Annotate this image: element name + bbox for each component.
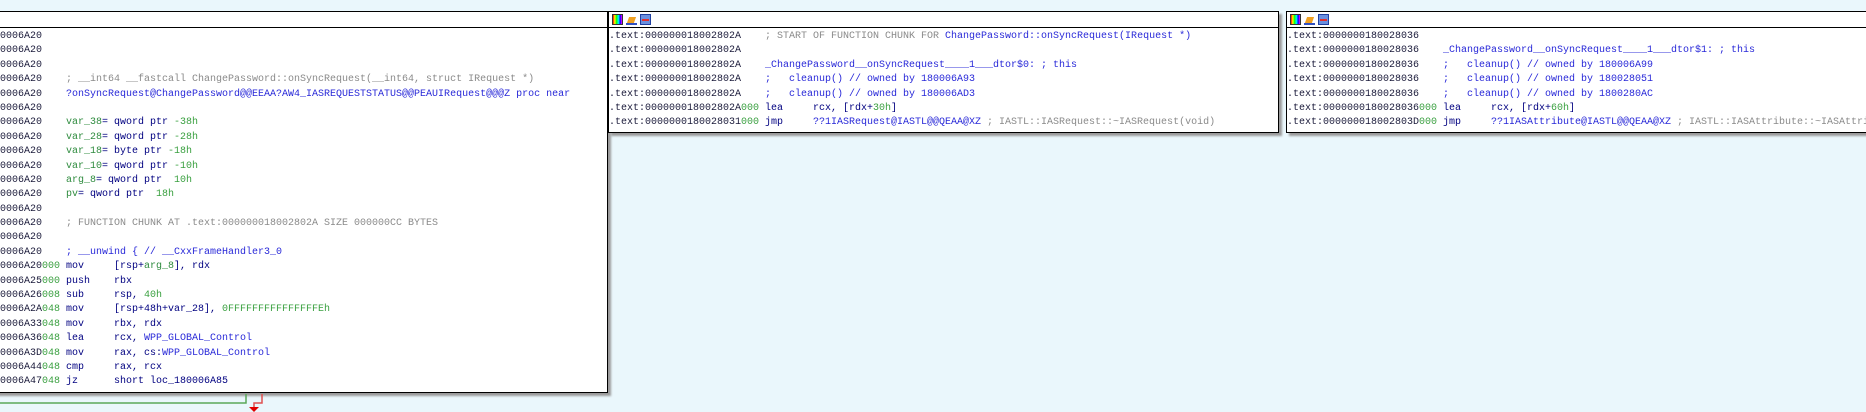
edge-true[interactable]	[0, 394, 247, 404]
edge-arrow-icon	[249, 407, 259, 412]
graph-edges	[0, 394, 263, 412]
